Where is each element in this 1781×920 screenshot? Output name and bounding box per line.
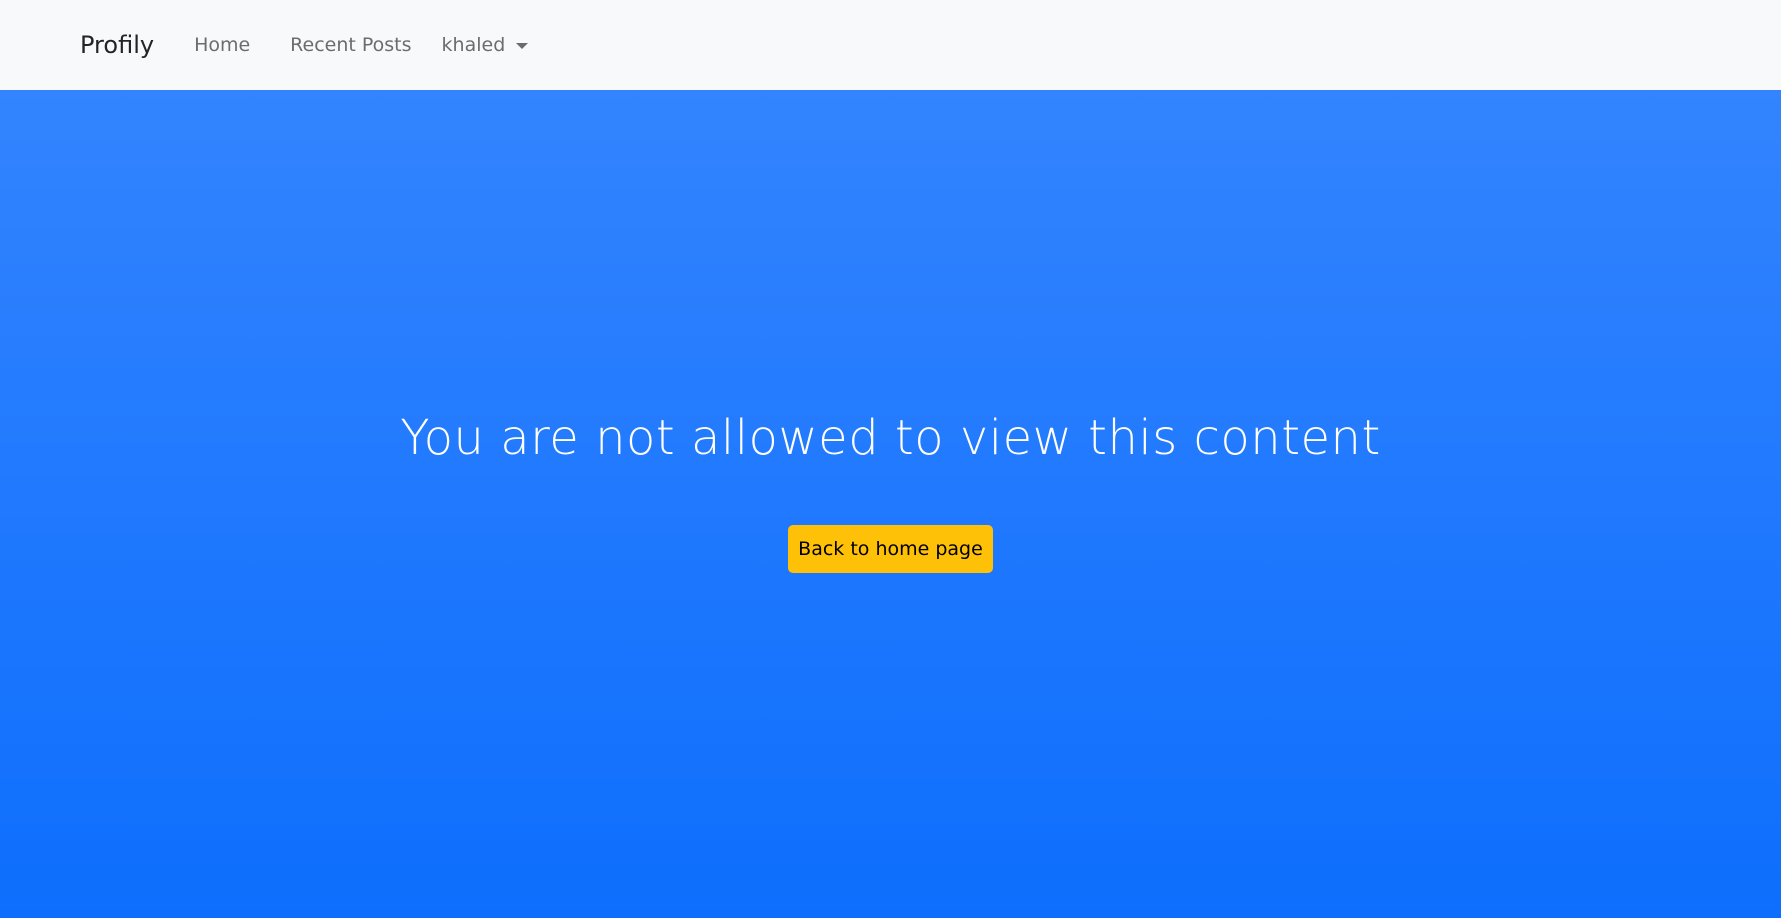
brand-logo-link[interactable]: Profily (80, 31, 154, 59)
caret-down-icon (516, 43, 529, 49)
nav-link-home[interactable]: Home (194, 34, 250, 56)
user-dropdown-toggle[interactable]: khaled (442, 34, 529, 56)
user-dropdown-label: khaled (441, 34, 506, 56)
top-navbar: Profily Home Recent Posts khaled (0, 0, 1781, 90)
access-denied-hero: You are not allowed to view this content… (0, 90, 1781, 918)
nav-link-recent-posts[interactable]: Recent Posts (290, 34, 411, 56)
back-to-home-button[interactable]: Back to home page (788, 525, 993, 573)
access-denied-message: You are not allowed to view this content (400, 410, 1381, 466)
